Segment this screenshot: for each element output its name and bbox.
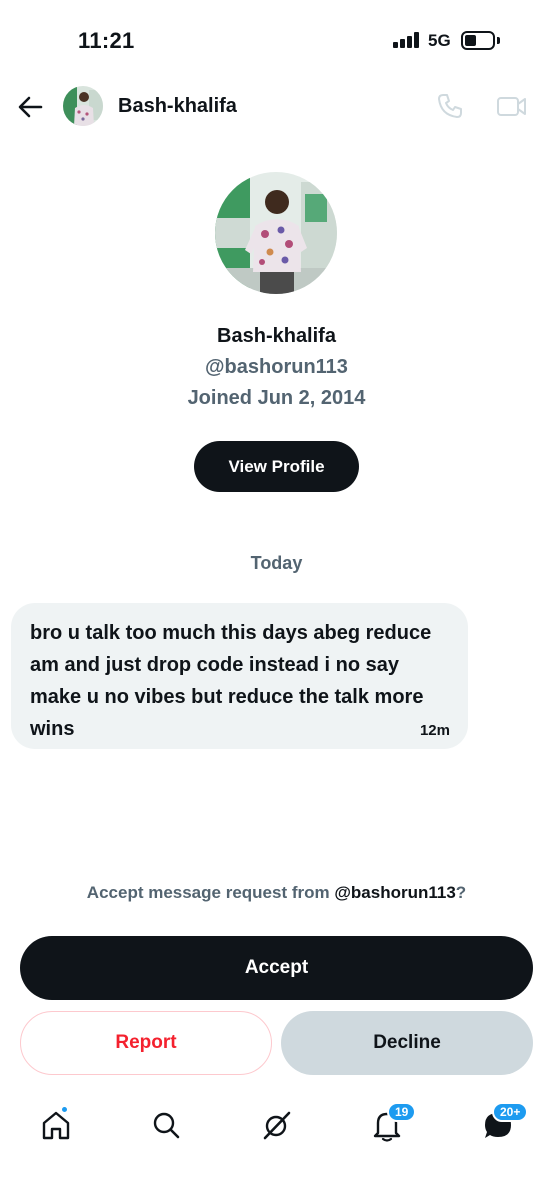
nav-notifications[interactable]: 19 [371,1102,417,1142]
avatar-image [63,86,103,126]
nav-home[interactable] [40,1105,72,1142]
header-name[interactable]: Bash-khalifa [118,95,237,118]
profile-handle: @bashorun113 [205,356,348,378]
report-button[interactable]: Report [20,1011,272,1075]
nav-messages[interactable]: 20+ [482,1102,529,1142]
status-bar: 11:21 5G [0,0,553,80]
message-timestamp: 12m [419,722,450,739]
network-type: 5G [428,31,451,50]
phone-icon [438,94,462,118]
video-camera-icon [497,97,526,116]
decline-button[interactable]: Decline [281,1011,533,1075]
message-request-prompt: Accept message request from @bashorun113… [0,883,553,903]
message-text: bro u talk too much this days abeg reduc… [30,622,432,740]
request-prompt-suffix: ? [455,883,467,902]
bottom-navigation: 19 20+ [0,1100,553,1160]
battery-icon [461,31,495,50]
message-bubble[interactable]: bro u talk too much this days abeg reduc… [11,603,468,749]
accept-button[interactable]: Accept [20,936,533,1000]
nav-grok[interactable] [261,1108,293,1142]
back-button[interactable] [14,90,48,124]
request-prompt-prefix: Accept message request from [86,883,335,902]
request-prompt-handle[interactable]: @bashorun113 [334,883,455,902]
profile-name: Bash-khalifa [217,325,336,347]
call-button[interactable] [436,92,464,120]
battery-cap [497,37,500,44]
status-time: 11:21 [78,28,135,53]
profile-photo [215,172,337,294]
view-profile-button[interactable]: View Profile [194,441,359,492]
profile-avatar[interactable] [215,172,337,294]
nav-search[interactable] [150,1108,182,1142]
date-separator: Today [250,553,303,573]
messages-badge: 20+ [492,1102,529,1122]
conversation-header: Bash-khalifa [0,80,553,134]
back-arrow-icon [18,96,43,118]
search-icon [153,1112,180,1139]
cellular-signal-icon [393,32,421,48]
profile-joined-date: Joined Jun 2, 2014 [187,387,366,409]
video-call-button[interactable] [496,92,528,120]
grok-icon [263,1111,291,1140]
home-unread-dot [60,1105,69,1114]
notifications-badge: 19 [387,1102,417,1122]
header-avatar[interactable] [63,86,103,126]
